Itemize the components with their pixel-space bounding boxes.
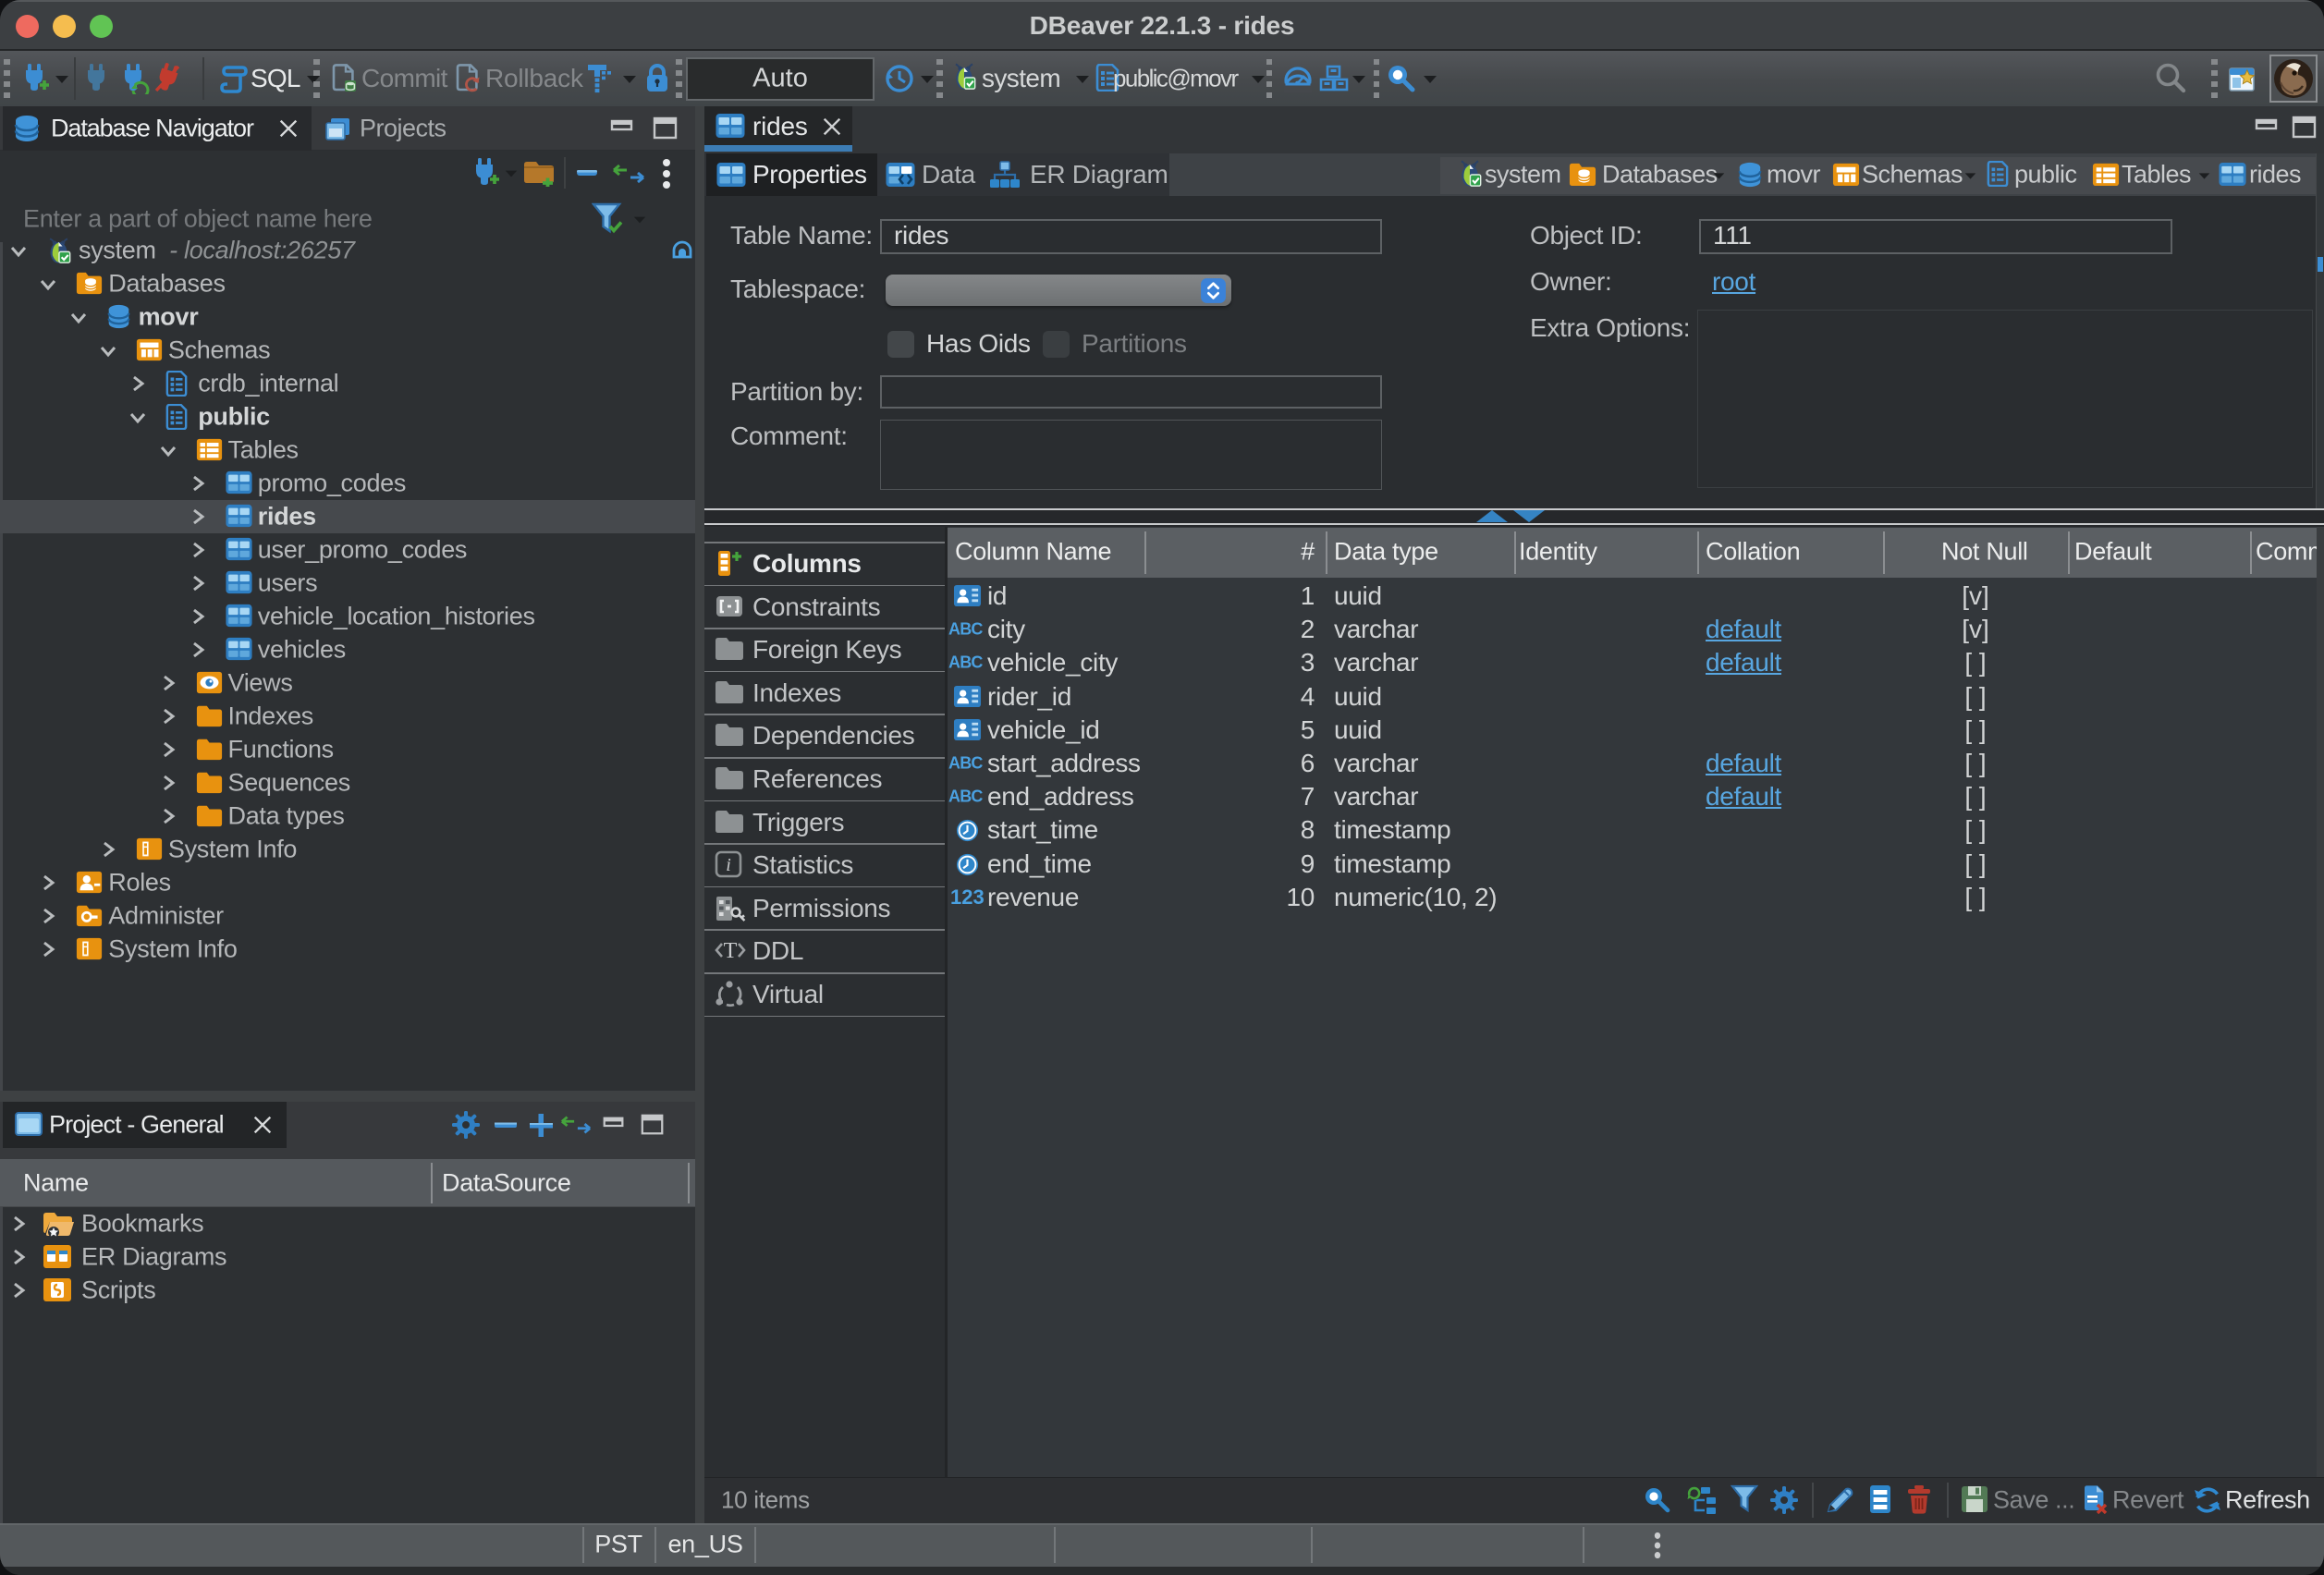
svg-text:T: T — [724, 939, 738, 963]
svg-text:i: i — [726, 855, 731, 875]
